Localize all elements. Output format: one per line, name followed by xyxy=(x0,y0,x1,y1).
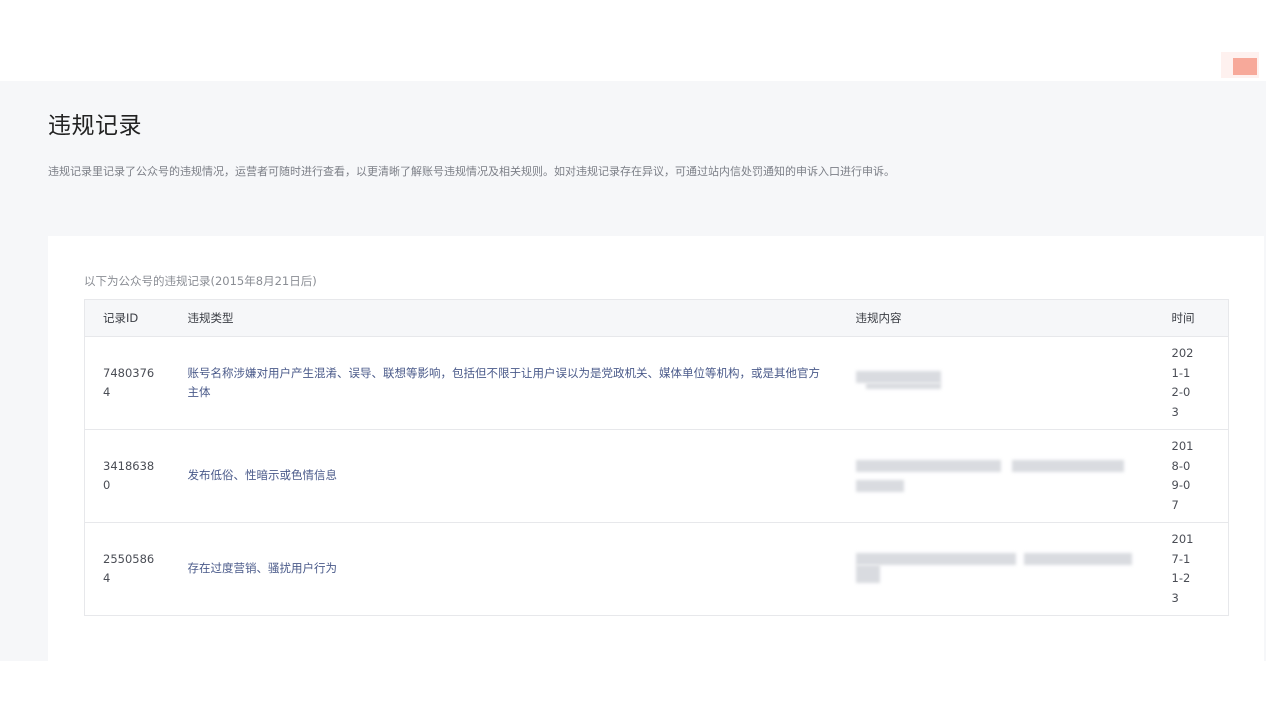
blurred-content xyxy=(855,456,1156,496)
violation-type-cell: 存在过度营销、骚扰用户行为 xyxy=(187,522,856,616)
record-id: 34186380 xyxy=(103,458,155,493)
record-id-cell: 34186380 xyxy=(84,429,188,523)
violation-records-table: 记录ID 违规类型 违规内容 时间 74803764 账号名称涉嫌对用户产生混淆… xyxy=(84,299,1229,616)
column-header-content: 违规内容 xyxy=(855,299,1172,337)
top-blank-area xyxy=(0,0,1266,81)
page-title: 违规记录 xyxy=(48,113,142,139)
corner-mark xyxy=(1233,58,1257,75)
violation-type: 账号名称涉嫌对用户产生混淆、误导、联想等影响，包括但不限于让用户误以为是党政机关… xyxy=(187,365,821,400)
time-cell: 2018-09-07 xyxy=(1171,429,1229,523)
blurred-content xyxy=(855,363,1156,403)
table-row: 25505864 存在过度营销、骚扰用户行为 2017-11-23 xyxy=(84,522,1229,616)
records-caption: 以下为公众号的违规记录(2015年8月21日后) xyxy=(84,274,317,288)
violation-content-cell xyxy=(855,522,1172,616)
record-id-cell: 25505864 xyxy=(84,522,188,616)
time-cell: 2017-11-23 xyxy=(1171,522,1229,616)
column-header-id: 记录ID xyxy=(84,299,188,337)
violation-type-cell: 发布低俗、性暗示或色情信息 xyxy=(187,429,856,523)
column-header-time: 时间 xyxy=(1171,299,1229,337)
record-id-cell: 74803764 xyxy=(84,336,188,430)
violation-type: 存在过度营销、骚扰用户行为 xyxy=(187,561,338,576)
violation-type-cell: 账号名称涉嫌对用户产生混淆、误导、联想等影响，包括但不限于让用户误以为是党政机关… xyxy=(187,336,856,430)
table-row: 34186380 发布低俗、性暗示或色情信息 2018-09-07 xyxy=(84,429,1229,523)
records-card: 以下为公众号的违规记录(2015年8月21日后) 记录ID 违规类型 违规内容 … xyxy=(48,236,1264,661)
record-id: 25505864 xyxy=(103,551,155,586)
record-id: 74803764 xyxy=(103,365,155,400)
time-cell: 2021-12-03 xyxy=(1171,336,1229,430)
violation-content-cell xyxy=(855,336,1172,430)
table-row: 74803764 账号名称涉嫌对用户产生混淆、误导、联想等影响，包括但不限于让用… xyxy=(84,336,1229,430)
violation-type: 发布低俗、性暗示或色情信息 xyxy=(187,468,338,483)
violation-content-cell xyxy=(855,429,1172,523)
column-header-type: 违规类型 xyxy=(187,299,856,337)
table-header-row: 记录ID 违规类型 违规内容 时间 xyxy=(84,299,1229,337)
page-description: 违规记录里记录了公众号的违规情况，运营者可随时进行查看，以更清晰了解账号违规情况… xyxy=(48,165,895,178)
violation-time: 2021-12-03 xyxy=(1171,346,1194,419)
violation-time: 2017-11-23 xyxy=(1171,532,1194,605)
blurred-content xyxy=(855,549,1156,589)
violation-time: 2018-09-07 xyxy=(1171,439,1194,512)
